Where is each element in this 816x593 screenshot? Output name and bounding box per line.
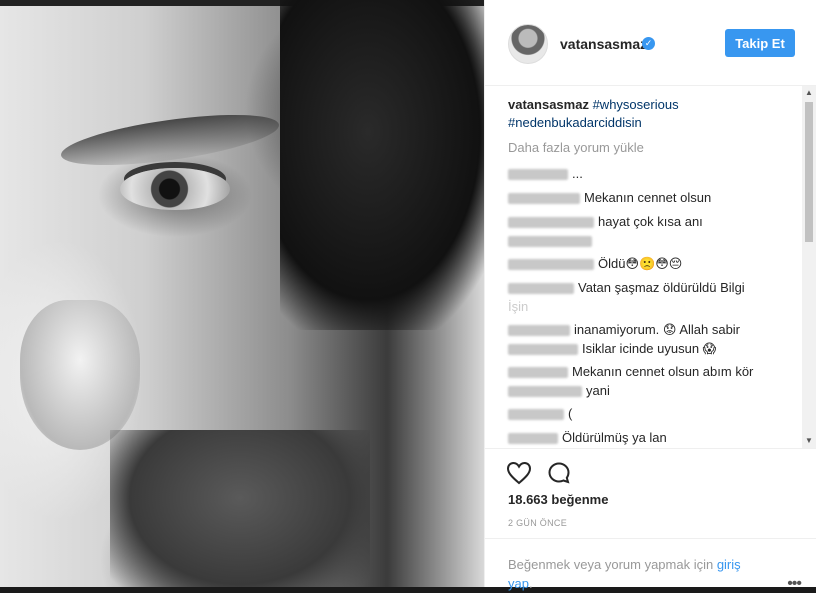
blurred-username (508, 325, 570, 337)
verified-badge-icon: ✓ (642, 37, 655, 50)
blurred-username (508, 236, 592, 248)
comment-item: Vatan şaşmaz öldürüldü Bilgi (508, 278, 788, 297)
header-username[interactable]: vatansasmaz (560, 36, 647, 52)
comment-item: ( (508, 404, 788, 423)
comment-text: Mekanın cennet olsun (584, 190, 712, 205)
blurred-username (508, 259, 594, 271)
photo-nose (20, 300, 140, 450)
photo-eye (120, 168, 230, 210)
scroll-down-icon[interactable]: ▼ (802, 434, 816, 448)
comment-text: Mekanın cennet olsun abım kör (572, 364, 754, 379)
scroll-up-icon[interactable]: ▲ (802, 86, 816, 100)
post-header: vatansasmaz ✓ Takip Et (485, 0, 816, 86)
comment-item (508, 231, 788, 250)
comment-text: Isiklar icinde uyusun 😱 (582, 341, 717, 356)
comments-list: vatansasmaz #whysoserious #nedenbukadarc… (485, 86, 816, 448)
comment-text: Öldü😳🙁😳😔 (598, 256, 683, 271)
blurred-username (508, 169, 568, 181)
caption: vatansasmaz #whysoserious #nedenbukadarc… (508, 96, 788, 132)
comment-item: ... (508, 164, 788, 183)
likes-count[interactable]: 18.663 beğenme (508, 492, 608, 507)
post-side-panel: vatansasmaz ✓ Takip Et vatansasmaz #whys… (484, 0, 816, 592)
comment-text: Vatan şaşmaz öldürüldü Bilgi (578, 280, 745, 295)
photo-hair-shadow (280, 0, 484, 330)
avatar[interactable] (508, 24, 548, 64)
comment-item: Mekanın cennet olsun (508, 188, 788, 207)
blurred-username (508, 409, 564, 421)
comment-item: Öldü😳🙁😳😔 (508, 254, 788, 273)
comment-item: hayat çok kısa anı (508, 212, 788, 231)
comment-text: ... (572, 166, 583, 181)
hashtag-link[interactable]: #whysoserious (593, 97, 679, 112)
comment-text: İşin (508, 299, 529, 314)
comment-item: Mekanın cennet olsun abım kör (508, 362, 788, 381)
more-options-icon[interactable]: ••• (787, 575, 802, 593)
login-prompt: Beğenmek veya yorum yapmak için giriş ya… (485, 538, 816, 592)
blurred-username (508, 386, 582, 398)
blurred-username (508, 283, 574, 295)
load-more-comments-link[interactable]: Daha fazla yorum yükle (508, 140, 644, 155)
photo-brow (58, 104, 282, 176)
comment-item: yani (508, 381, 788, 400)
post-photo[interactable] (0, 0, 484, 587)
login-prompt-label: Beğenmek veya yorum yapmak için (508, 557, 717, 572)
blurred-username (508, 433, 558, 445)
comment-item: Öldürülmüş ya lan (508, 428, 788, 447)
comments-scrollbar[interactable]: ▲ ▼ (802, 86, 816, 448)
blurred-username (508, 217, 594, 229)
hashtag-link[interactable]: #nedenbukadarciddisin (508, 115, 642, 130)
heart-icon[interactable] (506, 461, 532, 485)
blurred-username (508, 344, 578, 356)
comment-item: İşin (508, 297, 788, 316)
comment-item: inanamiyorum. 😟 Allah sabir (508, 320, 788, 339)
caption-username[interactable]: vatansasmaz (508, 97, 589, 112)
post-actions (485, 448, 816, 492)
comment-text: ( (568, 406, 573, 421)
comment-text: hayat çok kısa anı (598, 214, 703, 229)
comment-item: Isiklar icinde uyusun 😱 (508, 339, 788, 358)
comment-icon[interactable] (547, 461, 571, 485)
login-prompt-text: Beğenmek veya yorum yapmak için giriş ya… (508, 555, 768, 593)
comment-text: inanamiyorum. 😟 Allah sabir (574, 322, 741, 337)
blurred-username (508, 367, 568, 379)
comment-text: Öldürülmüş ya lan (562, 430, 667, 445)
post-timestamp[interactable]: 2 GÜN ÖNCE (508, 518, 567, 528)
blurred-username (508, 193, 580, 205)
login-prompt-period: . (528, 576, 533, 591)
photo-beard (110, 430, 370, 587)
follow-button[interactable]: Takip Et (725, 29, 795, 57)
scroll-thumb[interactable] (805, 102, 813, 242)
comment-text: yani (586, 383, 610, 398)
